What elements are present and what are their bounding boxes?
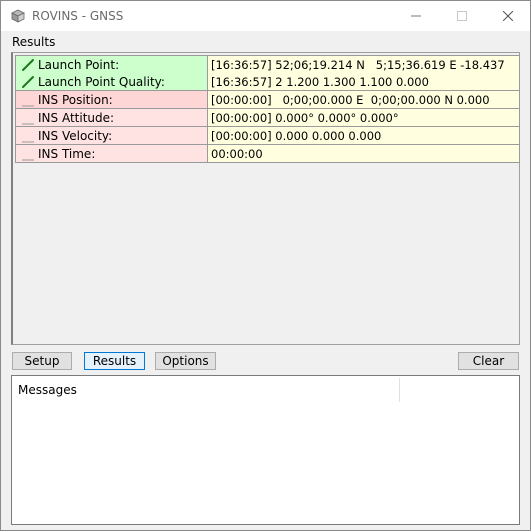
result-value-cell: [00:00:00] 0.000 0.000 0.000 xyxy=(208,127,520,144)
check-icon xyxy=(21,58,35,72)
result-name-cell: Launch Point: xyxy=(15,56,208,73)
dash-icon xyxy=(21,129,35,143)
results-button[interactable]: Results xyxy=(84,352,145,370)
window-title: ROVINS - GNSS xyxy=(32,9,124,23)
result-name-cell: INS Time: xyxy=(15,145,208,162)
result-value-cell: 00:00:00 xyxy=(208,145,520,162)
result-row[interactable]: Launch Point: [16:36:57] 52;06;19.214 N 5… xyxy=(15,55,520,73)
result-row[interactable]: Launch Point Quality: [16:36:57] 2 1.200 … xyxy=(15,73,520,91)
title-bar[interactable]: ROVINS - GNSS xyxy=(1,1,530,31)
dash-icon xyxy=(21,93,35,107)
result-value-cell: [16:36:57] 52;06;19.214 N 5;15;36.619 E … xyxy=(208,56,520,73)
app-window: ROVINS - GNSS Results Launch Point: [16:3… xyxy=(0,0,531,531)
results-group-label: Results xyxy=(12,35,56,49)
result-name-label: INS Time: xyxy=(38,146,96,161)
result-row[interactable]: INS Time: 00:00:00 xyxy=(15,145,520,163)
dash-icon xyxy=(21,147,35,161)
result-name-label: INS Velocity: xyxy=(38,128,113,143)
messages-panel[interactable]: Messages xyxy=(11,375,520,525)
column-divider[interactable] xyxy=(399,378,400,402)
result-name-label: INS Attitude: xyxy=(38,110,115,125)
result-value-cell: [00:00:00] 0;00;00.000 E 0;00;00.000 N 0… xyxy=(208,91,520,108)
result-name-cell: INS Attitude: xyxy=(15,109,208,126)
close-button[interactable] xyxy=(485,1,531,31)
result-name-cell: Launch Point Quality: xyxy=(15,73,208,90)
result-value-cell: [00:00:00] 0.000° 0.000° 0.000° xyxy=(208,109,520,126)
results-panel: Launch Point: [16:36:57] 52;06;19.214 N 5… xyxy=(11,52,520,345)
result-row[interactable]: INS Velocity: [00:00:00] 0.000 0.000 0.00… xyxy=(15,127,520,145)
maximize-button[interactable] xyxy=(439,1,485,31)
result-name-cell: INS Position: xyxy=(15,91,208,108)
result-row[interactable]: INS Position: [00:00:00] 0;00;00.000 E 0;… xyxy=(15,91,520,109)
clear-button[interactable]: Clear xyxy=(458,352,519,370)
app-box-icon xyxy=(11,9,25,23)
dash-icon xyxy=(21,111,35,125)
messages-header: Messages xyxy=(18,383,77,397)
setup-button[interactable]: Setup xyxy=(12,352,72,370)
result-name-label: Launch Point: xyxy=(38,57,120,72)
result-name-label: Launch Point Quality: xyxy=(38,74,165,89)
result-row[interactable]: INS Attitude: [00:00:00] 0.000° 0.000° 0.… xyxy=(15,109,520,127)
result-name-label: INS Position: xyxy=(38,92,113,107)
close-icon xyxy=(503,11,513,21)
check-icon xyxy=(21,75,35,89)
minimize-icon xyxy=(411,15,421,17)
result-name-cell: INS Velocity: xyxy=(15,127,208,144)
options-button[interactable]: Options xyxy=(155,352,216,370)
result-value-cell: [16:36:57] 2 1.200 1.300 1.100 0.000 xyxy=(208,73,520,90)
results-grid: Launch Point: [16:36:57] 52;06;19.214 N 5… xyxy=(15,55,520,163)
maximize-icon xyxy=(457,11,467,21)
minimize-button[interactable] xyxy=(393,1,439,31)
